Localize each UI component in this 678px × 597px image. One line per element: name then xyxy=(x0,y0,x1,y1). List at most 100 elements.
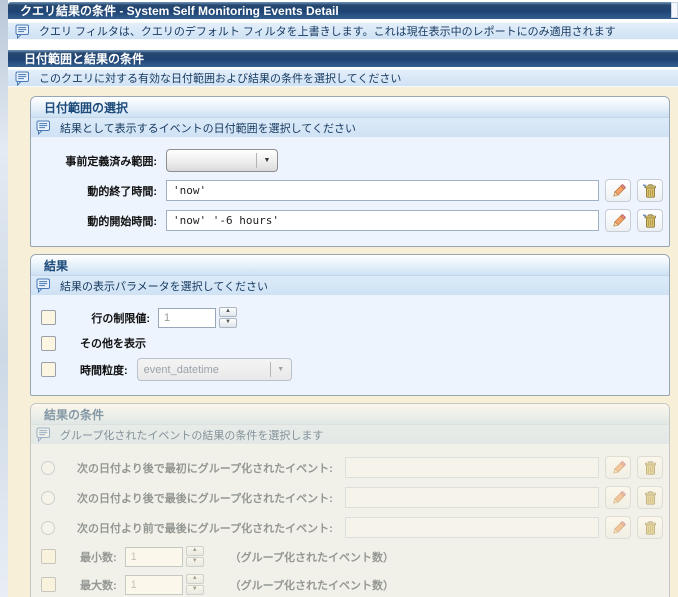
spin-down-button[interactable]: ▼ xyxy=(219,318,237,328)
result-conditions-panel: 結果の条件 グループ化されたイベントの結果の条件を選択します 次の日付より後で最… xyxy=(30,403,670,597)
show-others-row: その他を表示 xyxy=(37,335,663,351)
result-conditions-header: 結果の条件 xyxy=(31,404,669,425)
last-after-input xyxy=(345,487,599,508)
edit-button-disabled xyxy=(605,456,631,479)
row-limit-label: 行の制限値: xyxy=(91,312,150,325)
first-after-input xyxy=(345,457,599,478)
show-others-checkbox[interactable] xyxy=(41,335,56,351)
section-info-bar: このクエリに対する有効な日付範囲および結果の条件を選択してください xyxy=(8,69,678,87)
row-limit-input xyxy=(158,307,216,328)
chevron-down-icon: ▼ xyxy=(263,157,271,164)
results-panel-info-text: 結果の表示パラメータを選択してください xyxy=(60,280,269,293)
edit-end-button[interactable] xyxy=(605,179,631,202)
first-after-label: 次の日付より後で最初にグループ化されたイベント: xyxy=(77,462,333,475)
trash-icon xyxy=(645,460,656,475)
results-panel-title: 結果 xyxy=(44,258,69,273)
spin-down-button: ▼ xyxy=(185,557,204,567)
date-range-panel-info-text: 結果として表示するイベントの日付範囲を選択してください xyxy=(60,122,357,135)
note-icon xyxy=(15,24,30,39)
result-conditions-info: グループ化されたイベントの結果の条件を選択します xyxy=(31,425,669,446)
dialog-content: 日付範囲の選択 結果として表示するイベントの日付範囲を選択してください 事前定義… xyxy=(8,87,678,597)
edit-start-button[interactable] xyxy=(605,209,631,232)
date-range-panel-body: 事前定義済み範囲: ▼ 動的終了時間: 'now' 動的開始時間: 'now' … xyxy=(31,139,669,246)
granularity-select: event_datetime ▼ xyxy=(136,358,292,381)
results-panel-body: 行の制限値: ▲ ▼ その他を表示 時間粒度: xyxy=(31,297,669,395)
spin-down-button: ▼ xyxy=(185,585,204,595)
clear-button-disabled xyxy=(637,516,663,539)
granularity-checkbox[interactable] xyxy=(41,362,56,377)
note-icon xyxy=(36,278,51,293)
edit-button-disabled xyxy=(605,516,631,539)
last-before-input xyxy=(345,517,599,538)
granularity-value: event_datetime xyxy=(143,363,219,376)
date-range-panel-header: 日付範囲の選択 xyxy=(31,97,669,118)
granularity-row: 時間粒度: event_datetime ▼ xyxy=(37,358,663,381)
min-count-label: 最小数: xyxy=(80,551,117,564)
pencil-icon xyxy=(612,183,626,197)
top-info-bar: クエリ フィルタは、クエリのデフォルト フィルタを上書きします。これは現在表示中… xyxy=(8,22,678,40)
trash-icon xyxy=(645,490,656,505)
max-count-label: 最大数: xyxy=(80,579,117,592)
section-info-text: このクエリに対する有効な日付範囲および結果の条件を選択してください xyxy=(39,73,402,85)
min-count-input xyxy=(124,546,183,567)
row-limit-stepper: ▲ ▼ xyxy=(219,307,237,328)
result-conditions-body: 次の日付より後で最初にグループ化されたイベント: 次の日付より後で最後にグループ… xyxy=(31,446,669,597)
result-conditions-info-text: グループ化されたイベントの結果の条件を選択します xyxy=(60,429,324,442)
dynamic-start-label: 動的開始時間: xyxy=(87,215,157,228)
dynamic-start-row: 動的開始時間: xyxy=(37,209,663,232)
max-count-row: 最大数: ▲ ▼ （グループ化されたイベント数） xyxy=(37,574,663,595)
min-count-checkbox xyxy=(41,549,56,564)
trash-icon xyxy=(643,183,656,198)
pencil-icon xyxy=(612,490,626,504)
section-title: 日付範囲と結果の条件 xyxy=(24,52,145,66)
background-strip xyxy=(0,0,8,597)
show-others-label: その他を表示 xyxy=(80,338,146,350)
spin-up-button: ▲ xyxy=(185,546,204,556)
spin-up-button: ▲ xyxy=(185,574,204,584)
spin-up-button[interactable]: ▲ xyxy=(219,307,237,317)
last-after-label: 次の日付より後で最後にグループ化されたイベント: xyxy=(77,492,333,505)
predefined-range-label: 事前定義済み範囲: xyxy=(65,155,157,168)
chevron-down-icon: ▼ xyxy=(277,366,285,373)
dynamic-end-label: 動的終了時間: xyxy=(87,185,157,198)
dynamic-end-row: 動的終了時間: xyxy=(37,179,663,202)
section-header: 日付範囲と結果の条件 xyxy=(8,50,678,67)
pencil-icon xyxy=(612,213,626,227)
note-icon xyxy=(15,71,30,86)
min-count-stepper: ▲ ▼ xyxy=(185,546,204,567)
predefined-range-select[interactable]: ▼ xyxy=(166,149,278,172)
last-before-label: 次の日付より前で最後にグループ化されたイベント: xyxy=(77,522,333,535)
top-info-text: クエリ フィルタは、クエリのデフォルト フィルタを上書きします。これは現在表示中… xyxy=(39,26,616,38)
date-range-panel: 日付範囲の選択 結果として表示するイベントの日付範囲を選択してください 事前定義… xyxy=(30,96,670,247)
trash-icon xyxy=(645,520,656,535)
min-count-suffix: （グループ化されたイベント数） xyxy=(229,551,395,564)
first-after-row: 次の日付より後で最初にグループ化されたイベント: xyxy=(37,456,663,479)
date-range-panel-title: 日付範囲の選択 xyxy=(44,100,129,115)
clear-start-button[interactable] xyxy=(637,209,663,232)
max-count-suffix: （グループ化されたイベント数） xyxy=(229,579,395,592)
last-after-radio xyxy=(41,490,55,505)
date-range-panel-info: 結果として表示するイベントの日付範囲を選択してください xyxy=(31,118,669,139)
last-after-row: 次の日付より後で最後にグループ化されたイベント: xyxy=(37,486,663,509)
dynamic-end-input[interactable] xyxy=(166,180,599,201)
window-corner xyxy=(671,2,678,18)
predefined-range-row: 事前定義済み範囲: ▼ xyxy=(37,149,663,172)
max-count-stepper: ▲ ▼ xyxy=(185,574,204,595)
result-conditions-title: 結果の条件 xyxy=(44,407,105,422)
pencil-icon xyxy=(612,520,626,534)
dialog-titlebar: クエリ結果の条件 - System Self Monitoring Events… xyxy=(8,2,678,19)
note-icon xyxy=(36,120,51,135)
screen: クエリ結果の条件 - System Self Monitoring Events… xyxy=(0,0,678,597)
row-limit-checkbox[interactable] xyxy=(41,310,56,325)
pencil-icon xyxy=(612,460,626,474)
max-count-input xyxy=(124,574,183,595)
max-count-checkbox xyxy=(41,577,56,592)
results-panel: 結果 結果の表示パラメータを選択してください 行の制限値: ▲ xyxy=(30,254,670,396)
trash-icon xyxy=(643,213,656,228)
dynamic-start-input[interactable] xyxy=(166,210,599,231)
last-before-row: 次の日付より前で最後にグループ化されたイベント: xyxy=(37,516,663,539)
clear-button-disabled xyxy=(637,486,663,509)
dialog-title: クエリ結果の条件 - System Self Monitoring Events… xyxy=(20,4,339,18)
edit-button-disabled xyxy=(605,486,631,509)
clear-end-button[interactable] xyxy=(637,179,663,202)
